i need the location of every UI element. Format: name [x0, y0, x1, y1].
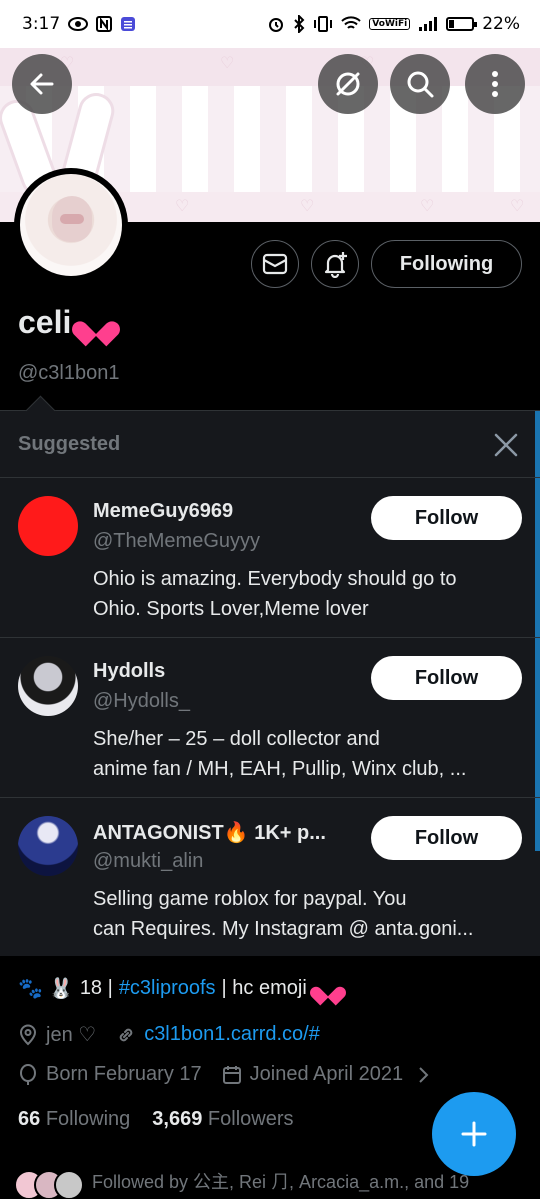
following-label: Following [45, 1108, 131, 1130]
follow-counts: 66 Following 3,669 Followers [18, 1108, 294, 1131]
followers-label: Followers [207, 1108, 294, 1130]
suggested-user-avatar[interactable] [18, 816, 78, 876]
alarm-icon [267, 15, 285, 33]
rabbit-emoji-icon: 🐰 [48, 977, 74, 1000]
suggested-user-item[interactable]: MemeGuy6969 @TheMemeGuyyy Ohio is amazin… [0, 477, 540, 637]
suggested-user-name[interactable]: MemeGuy6969 [93, 500, 233, 523]
location-text: jen ♡ [46, 1024, 97, 1046]
back-button[interactable] [12, 54, 72, 114]
bio-line: Ohio is amazing. Everybody should go to [93, 568, 457, 590]
more-vertical-icon [492, 71, 498, 97]
signal-icon [418, 16, 438, 32]
nfc-icon [96, 16, 113, 32]
compose-button[interactable] [432, 1092, 516, 1176]
follower-avatar [54, 1170, 84, 1199]
grok-button[interactable] [318, 54, 378, 114]
banner-heart: ♡ [300, 196, 315, 215]
suggested-user-bio: Ohio is amazing. Everybody should go to … [93, 564, 525, 624]
search-icon [407, 71, 434, 98]
battery-icon [446, 17, 478, 31]
wifi-icon [341, 16, 361, 32]
bio-number: 18 | [79, 976, 113, 999]
message-button[interactable] [251, 240, 299, 288]
born-text: Born February 17 [46, 1063, 202, 1085]
bio-line: can Requires. My Instagram @ anta.goni..… [93, 918, 474, 940]
suggested-user-avatar[interactable] [18, 656, 78, 716]
banner-scallop-top [0, 48, 540, 86]
banner-heart: ♡ [220, 53, 235, 72]
bio-hashtag-link[interactable]: #c3liproofs [119, 977, 216, 1000]
app-notification-icon [120, 16, 136, 32]
balloon-icon [20, 1063, 36, 1085]
notifications-button[interactable] [311, 240, 359, 288]
suggested-panel: Suggested MemeGuy6969 @TheMemeGuyyy Ohio… [0, 410, 540, 956]
following-button[interactable]: Following [371, 240, 522, 288]
following-count-link[interactable]: 66 Following [18, 1108, 130, 1131]
avatar-image [20, 174, 122, 276]
search-button[interactable] [390, 54, 450, 114]
profile-name: celi [18, 304, 111, 341]
close-icon[interactable] [492, 431, 520, 459]
profile-avatar[interactable] [14, 168, 128, 282]
plus-icon [461, 1121, 487, 1147]
calendar-icon [222, 1065, 241, 1084]
grok-icon [336, 72, 360, 96]
following-count: 66 [18, 1108, 41, 1130]
suggested-user-name[interactable]: ANTAGONIST🔥 1K+ p... [93, 820, 355, 845]
website-link[interactable]: c3l1bon1.carrd.co/# [144, 1023, 320, 1046]
paw-emoji-icon: 🐾 [18, 977, 43, 1000]
eye-icon [68, 17, 89, 31]
followers-count-link[interactable]: 3,669 Followers [152, 1108, 293, 1131]
followed-by-text[interactable]: Followed by 公主, Rei ⺆, Arcacia_a.m., and… [92, 1168, 469, 1194]
bio-line: She/her – 25 – doll collector and [93, 728, 380, 750]
heart-emoji-icon [81, 309, 111, 337]
status-bar: 3:17 VoWiFi 22% [0, 0, 540, 48]
bluetooth-icon [293, 15, 305, 33]
suggested-user-bio: Selling game roblox for paypal. You can … [93, 884, 525, 944]
suggested-title: Suggested [18, 433, 121, 455]
location-website-row: jen ♡ c3l1bon1.carrd.co/# [18, 1022, 320, 1047]
heart-emoji-icon [317, 978, 340, 999]
bio-line: Ohio. Sports Lover,Meme lover [93, 598, 369, 620]
suggested-user-handle: @mukti_alin [93, 850, 204, 872]
status-time: 3:17 [22, 14, 61, 34]
bio-rest: | hc emoji [221, 976, 307, 999]
banner-heart: ♡ [420, 196, 435, 215]
follow-button[interactable]: Follow [371, 656, 522, 700]
follow-button[interactable]: Follow [371, 816, 522, 860]
profile-bio: 🐾 🐰 18 | #c3liproofs | hc emoji [18, 974, 343, 1002]
suggested-user-bio: She/her – 25 – doll collector and anime … [93, 724, 525, 784]
more-options-button[interactable] [465, 54, 525, 114]
vowifi-badge: VoWiFi [369, 18, 411, 30]
suggested-user-item[interactable]: ANTAGONIST🔥 1K+ p... @mukti_alin Selling… [0, 797, 540, 957]
follow-button[interactable]: Follow [371, 496, 522, 540]
joined-text: Joined April 2021 [249, 1063, 404, 1085]
arrow-left-icon [30, 73, 54, 95]
bio-line: anime fan / MH, EAH, Pullip, Winx club, … [93, 758, 467, 780]
suggested-user-avatar[interactable] [18, 496, 78, 556]
dates-row: Born February 17 Joined April 2021 [18, 1063, 429, 1086]
profile-handle: @c3l1bon1 [18, 362, 120, 384]
vibrate-icon [313, 16, 333, 32]
banner-heart: ♡ [510, 196, 525, 215]
battery-percent: 22% [482, 14, 520, 34]
location-pin-icon [19, 1024, 37, 1045]
mail-icon [262, 253, 288, 275]
link-icon [119, 1028, 133, 1041]
followed-by-avatars[interactable] [14, 1170, 84, 1199]
suggested-user-handle: @Hydolls_ [93, 690, 191, 712]
suggested-user-item[interactable]: Hydolls @Hydolls_ She/her – 25 – doll co… [0, 637, 540, 797]
bio-line: Selling game roblox for paypal. You [93, 888, 407, 910]
bell-plus-icon [324, 252, 347, 278]
banner-heart: ♡ [175, 196, 190, 215]
suggested-user-handle: @TheMemeGuyyy [93, 530, 261, 552]
suggested-user-name[interactable]: Hydolls [93, 660, 165, 683]
chevron-right-icon[interactable] [417, 1066, 429, 1084]
display-name: celi [18, 304, 72, 340]
followers-count: 3,669 [152, 1108, 203, 1130]
